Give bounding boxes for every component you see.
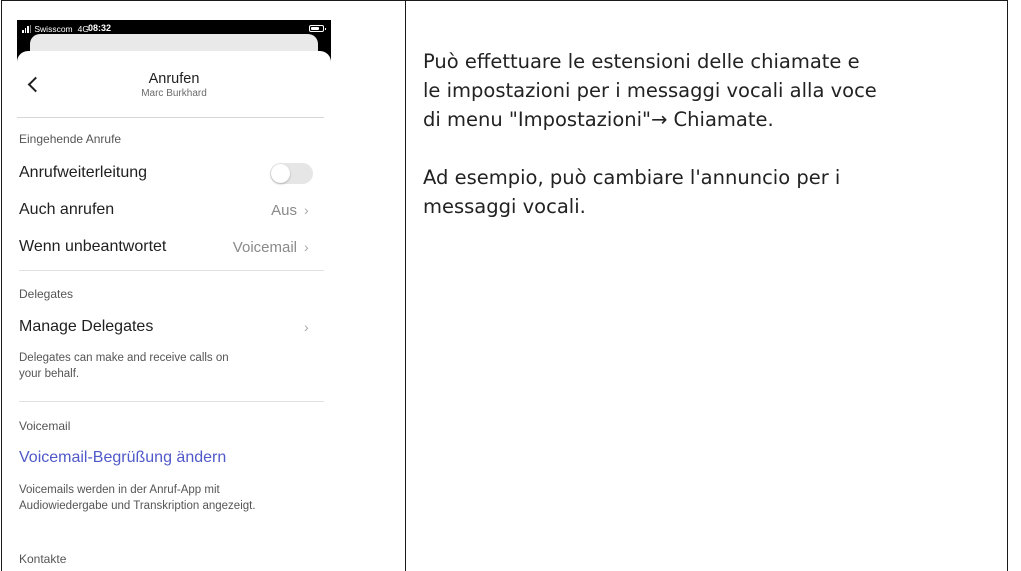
chevron-right-icon: › <box>304 239 309 255</box>
nav-bar: Anrufen Marc Burkhard <box>17 51 331 117</box>
also-ring-value: Aus <box>271 202 297 219</box>
section-header-voicemail: Voicemail <box>19 419 71 433</box>
chevron-right-icon: › <box>304 319 309 335</box>
column-divider <box>405 0 406 571</box>
forwarding-toggle[interactable] <box>270 163 313 184</box>
also-ring-label: Auch anrufen <box>19 201 115 218</box>
signal-icon <box>22 25 32 33</box>
section-divider <box>19 401 324 402</box>
voicemail-note-line1: Voicemails werden in der Anruf-App mit <box>19 484 220 496</box>
page-subtitle: Marc Burkhard <box>141 88 207 99</box>
status-time: 08:32 <box>88 23 112 33</box>
delegates-note: Delegates can make and receive calls on … <box>19 350 319 382</box>
description-line: le impostazioni per i messaggi vocali al… <box>423 79 877 102</box>
section-header-incoming: Eingehende Anrufe <box>19 132 122 146</box>
page-title: Anrufen <box>148 71 200 87</box>
toggle-knob <box>271 164 290 183</box>
manage-delegates-label: Manage Delegates <box>19 318 154 335</box>
voicemail-note-line2: Audiowiedergabe und Transkription angeze… <box>19 500 256 512</box>
delegates-note-line1: Delegates can make and receive calls on <box>19 352 229 364</box>
nav-divider <box>17 117 324 118</box>
carrier-name: Swisscom <box>34 24 73 34</box>
change-greeting-link[interactable]: Voicemail-Begrüßung ändern <box>19 449 226 467</box>
chevron-right-icon: › <box>304 202 309 218</box>
delegates-note-line2: your behalf. <box>19 368 80 380</box>
battery-icon <box>309 25 326 32</box>
description-line: messaggi vocali. <box>423 195 586 218</box>
unanswered-value: Voicemail <box>232 239 297 256</box>
settings-sheet: Anrufen Marc Burkhard Eingehende Anrufe … <box>17 51 331 571</box>
section-header-delegates: Delegates <box>19 287 74 301</box>
description-line: Ad esempio, può cambiare l'annuncio per … <box>423 166 841 189</box>
description-line: di menu "Impostazioni"→ Chiamate. <box>423 108 774 131</box>
phone-screenshot: Swisscom 4G 08:32 Anrufen Marc Burkhard … <box>17 20 331 571</box>
forwarding-label: Anrufweiterleitung <box>19 164 148 181</box>
description-line: Può effettuare le estensioni delle chiam… <box>423 50 860 73</box>
section-divider <box>19 270 324 271</box>
section-header-contacts: Kontakte <box>19 552 67 566</box>
carrier-info: Swisscom 4G <box>22 24 89 34</box>
unanswered-label: Wenn unbeantwortet <box>19 238 167 255</box>
voicemail-note: Voicemails werden in der Anruf-App mit A… <box>19 482 319 514</box>
description-text: Può effettuare le estensioni delle chiam… <box>423 47 983 250</box>
